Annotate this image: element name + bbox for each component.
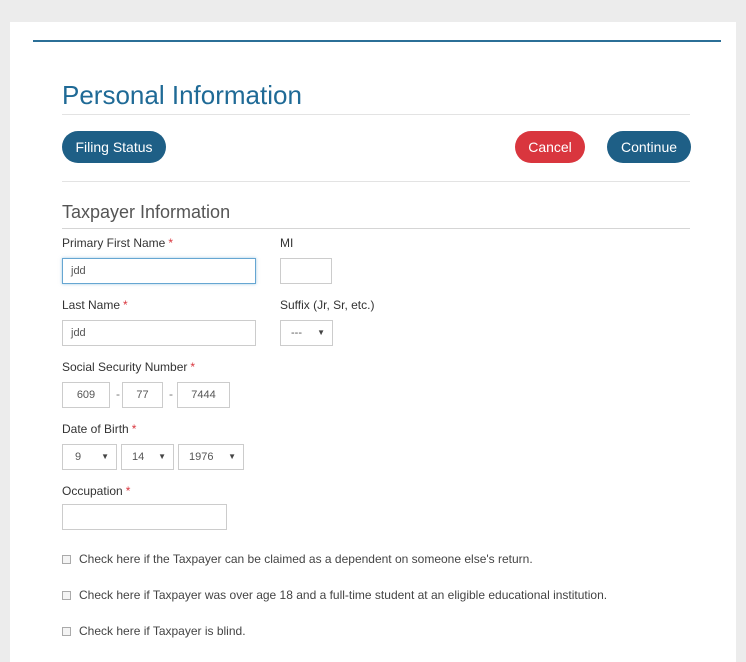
chevron-down-icon: ▼ bbox=[158, 452, 166, 461]
occupation-input[interactable] bbox=[62, 504, 227, 530]
dependent-checkbox-row[interactable]: Check here if the Taxpayer can be claime… bbox=[62, 552, 533, 566]
student-checkbox[interactable] bbox=[62, 590, 71, 600]
dob-day-select[interactable]: 14 ▼ bbox=[121, 444, 174, 470]
suffix-select[interactable]: --- ▼ bbox=[280, 320, 333, 346]
chevron-down-icon: ▼ bbox=[317, 328, 325, 337]
ssn-label: Social Security Number * bbox=[62, 360, 196, 374]
last-name-input[interactable]: jdd bbox=[62, 320, 256, 346]
dob-year-select[interactable]: 1976 ▼ bbox=[178, 444, 244, 470]
required-marker: * bbox=[168, 236, 174, 250]
dob-label: Date of Birth * bbox=[62, 422, 137, 436]
first-name-label: Primary First Name * bbox=[62, 236, 174, 250]
mi-label: MI bbox=[280, 236, 294, 250]
ssn-separator: - bbox=[116, 387, 120, 401]
ssn-part2-input[interactable]: 77 bbox=[122, 382, 163, 408]
required-marker: * bbox=[131, 422, 137, 436]
suffix-label: Suffix (Jr, Sr, etc.) bbox=[280, 298, 375, 312]
required-marker: * bbox=[190, 360, 196, 374]
ssn-part1-input[interactable]: 609 bbox=[62, 382, 110, 408]
section-divider bbox=[62, 228, 690, 229]
toolbar-divider bbox=[62, 181, 690, 182]
blind-checkbox-row[interactable]: Check here if Taxpayer is blind. bbox=[62, 624, 246, 638]
blind-checkbox[interactable] bbox=[62, 626, 71, 636]
required-marker: * bbox=[123, 298, 128, 312]
chevron-down-icon: ▼ bbox=[228, 452, 236, 461]
cancel-button[interactable]: Cancel bbox=[515, 131, 585, 163]
last-name-label: Last Name * bbox=[62, 298, 128, 312]
occupation-label: Occupation * bbox=[62, 484, 131, 498]
card-top-border bbox=[33, 40, 721, 42]
section-title: Taxpayer Information bbox=[62, 202, 231, 222]
chevron-down-icon: ▼ bbox=[101, 452, 109, 461]
required-marker: * bbox=[125, 484, 131, 498]
ssn-part3-input[interactable]: 7444 bbox=[177, 382, 230, 408]
filing-status-button[interactable]: Filing Status bbox=[62, 131, 166, 163]
student-checkbox-row[interactable]: Check here if Taxpayer was over age 18 a… bbox=[62, 588, 607, 602]
title-divider bbox=[62, 114, 690, 115]
page-title: Personal Information bbox=[62, 80, 302, 110]
continue-button[interactable]: Continue bbox=[607, 131, 691, 163]
dependent-checkbox[interactable] bbox=[62, 554, 71, 564]
ssn-separator: - bbox=[169, 387, 173, 401]
dob-month-select[interactable]: 9 ▼ bbox=[62, 444, 117, 470]
mi-input[interactable] bbox=[280, 258, 332, 284]
first-name-input[interactable]: jdd bbox=[62, 258, 256, 284]
